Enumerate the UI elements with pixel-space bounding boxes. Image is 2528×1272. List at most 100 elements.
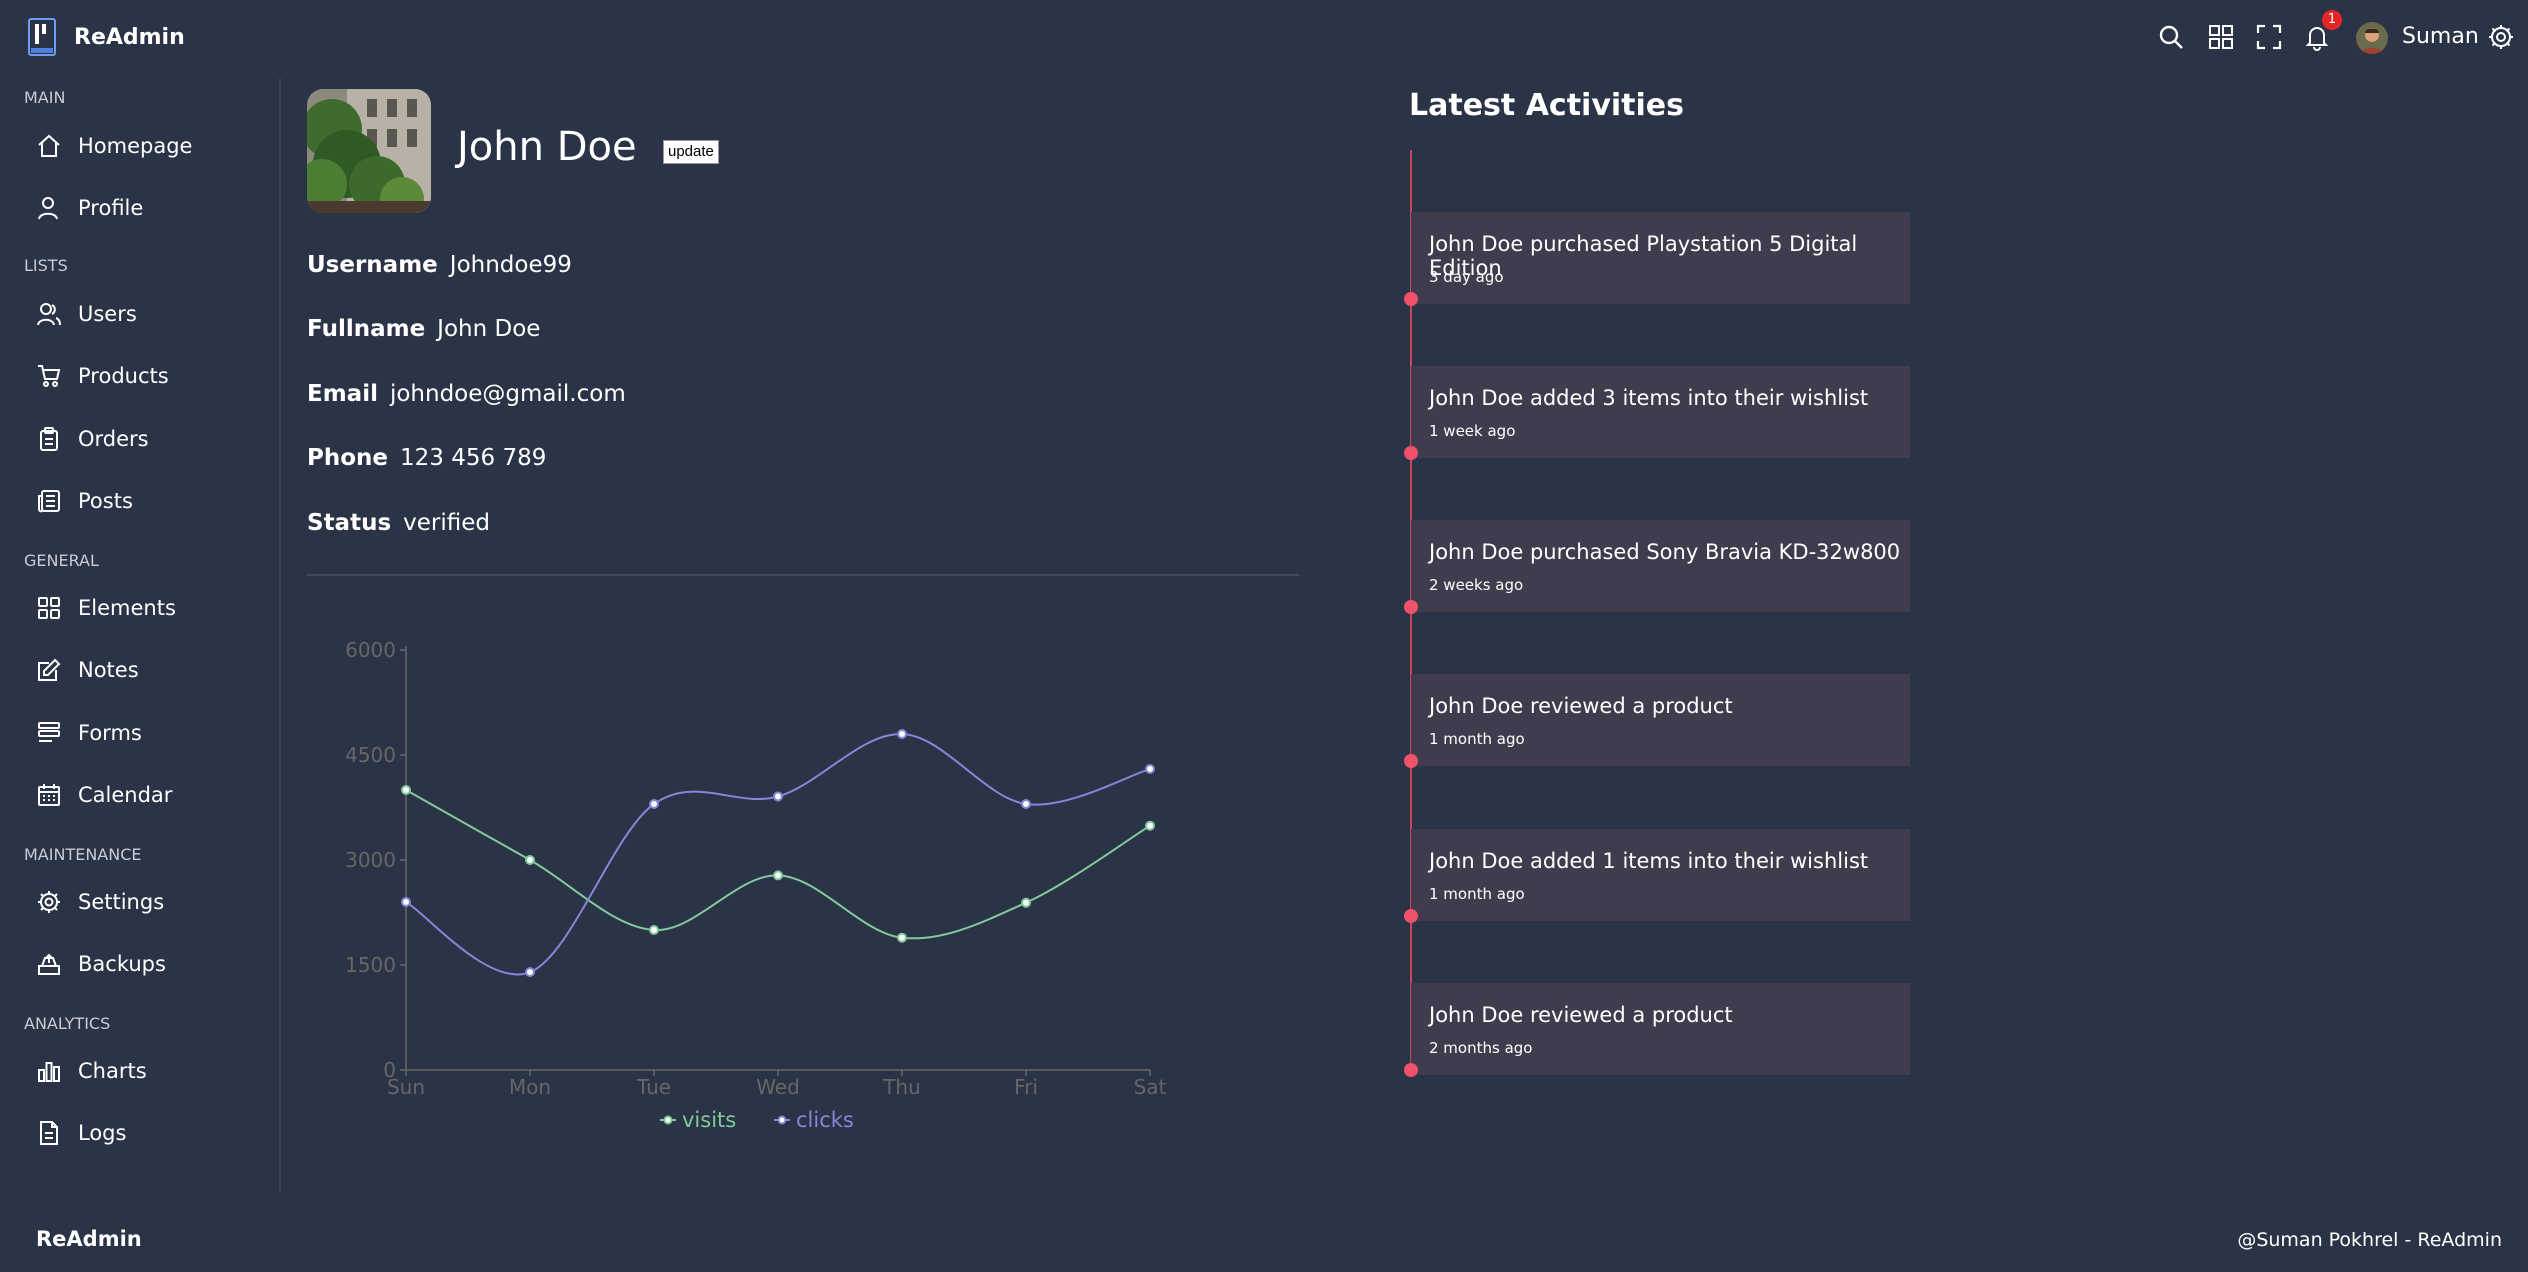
sidebar-item-label: Profile xyxy=(78,196,144,220)
fullscreen-icon[interactable] xyxy=(2254,22,2284,52)
sidebar-item-label: Notes xyxy=(78,658,139,682)
timeline-dot xyxy=(1404,1063,1418,1077)
activities-title: Latest Activities xyxy=(1409,88,1684,123)
data-point-visits xyxy=(773,870,783,881)
data-point-clicks xyxy=(649,799,659,809)
users-icon xyxy=(37,303,61,326)
top-navbar: ReAdmin 1 Suman xyxy=(0,0,2528,78)
series-line-visits xyxy=(405,789,1151,940)
avatar[interactable] xyxy=(2356,22,2388,54)
update-button[interactable]: update xyxy=(663,140,719,164)
activity-time: 1 week ago xyxy=(1429,422,1516,440)
info-value: verified xyxy=(403,510,490,536)
sidebar-item-forms[interactable]: Forms xyxy=(36,713,142,753)
info-value: johndoe@gmail.com xyxy=(389,381,626,407)
legend-marker-clicks xyxy=(777,1115,787,1125)
sidebar-item-label: Settings xyxy=(78,890,165,914)
activity-time: 2 months ago xyxy=(1429,1039,1533,1057)
sidebar-item-orders[interactable]: Orders xyxy=(36,419,149,459)
data-point-clicks xyxy=(525,967,535,978)
activity-item: John Doe purchased Sony Bravia KD-32w800… xyxy=(1411,520,1910,612)
info-status: Status verified xyxy=(307,510,490,536)
info-value: John Doe xyxy=(437,316,541,342)
timeline-dot xyxy=(1404,446,1418,460)
notification-badge: 1 xyxy=(2322,10,2342,30)
gear-icon[interactable] xyxy=(2486,22,2516,52)
user-icon xyxy=(38,197,58,220)
timeline-dot xyxy=(1404,909,1418,923)
info-email: Email johndoe@gmail.com xyxy=(307,381,626,407)
grid-icon[interactable] xyxy=(2206,22,2236,52)
sidebar-item-label: Backups xyxy=(78,952,166,976)
activity-item: John Doe added 3 items into their wishli… xyxy=(1411,366,1910,458)
sidebar-section-lists: LISTS xyxy=(24,256,68,275)
sidebar-item-calendar[interactable]: Calendar xyxy=(36,775,172,815)
user-name[interactable]: Suman xyxy=(2402,24,2479,49)
data-point-visits xyxy=(897,932,907,943)
activity-text: John Doe purchased Sony Bravia KD-32w800 xyxy=(1429,540,1901,564)
search-icon[interactable] xyxy=(2156,22,2186,52)
footer-credit: @Suman Pokhrel - ReAdmin xyxy=(2237,1229,2502,1251)
sidebar-item-posts[interactable]: Posts xyxy=(36,481,133,521)
x-tick-label: Tue xyxy=(636,1075,671,1099)
cart-icon xyxy=(38,365,61,387)
calendar-icon xyxy=(38,784,60,806)
sidebar-item-label: Products xyxy=(78,364,169,388)
sidebar-item-label: Posts xyxy=(78,489,133,513)
info-phone: Phone 123 456 789 xyxy=(307,445,546,471)
app-logo[interactable]: ReAdmin xyxy=(28,18,185,56)
activity-item: John Doe reviewed a product 2 months ago xyxy=(1411,983,1910,1075)
activity-item: John Doe purchased Playstation 5 Digital… xyxy=(1411,212,1910,304)
activity-text: John Doe reviewed a product xyxy=(1429,1003,1733,1027)
sidebar-item-users[interactable]: Users xyxy=(36,294,137,334)
sidebar-item-label: Logs xyxy=(78,1121,127,1145)
x-tick-label: Fri xyxy=(1014,1075,1038,1099)
activity-time: 3 day ago xyxy=(1429,268,1504,286)
backup-icon xyxy=(38,953,60,975)
sidebar-item-charts[interactable]: Charts xyxy=(36,1051,147,1091)
sidebar-item-label: Users xyxy=(78,302,137,326)
clipboard-icon xyxy=(40,427,58,451)
sidebar-section-main: MAIN xyxy=(24,88,66,107)
info-value: Johndoe99 xyxy=(449,252,572,278)
sidebar-item-label: Calendar xyxy=(78,783,173,807)
sidebar-item-label: Elements xyxy=(78,596,176,620)
info-key: Email xyxy=(307,381,378,407)
data-point-visits xyxy=(1021,897,1031,908)
info-key: Username xyxy=(307,252,438,278)
x-tick-label: Sun xyxy=(387,1075,425,1099)
series-line-clicks xyxy=(405,732,1151,976)
data-point-clicks xyxy=(1145,764,1155,774)
sidebar-item-settings[interactable]: Settings xyxy=(36,882,164,922)
activity-text: John Doe added 1 items into their wishli… xyxy=(1429,849,1869,873)
activity-item: John Doe reviewed a product 1 month ago xyxy=(1411,674,1910,766)
sidebar-item-label: Orders xyxy=(78,427,149,451)
info-fullname: Fullname John Doe xyxy=(307,316,540,342)
sidebar-item-notes[interactable]: Notes xyxy=(36,650,139,690)
info-key: Fullname xyxy=(307,316,426,342)
sidebar-item-homepage[interactable]: Homepage xyxy=(36,126,192,166)
y-tick-label: 6000 xyxy=(345,638,396,662)
sidebar-section-analytics: ANALYTICS xyxy=(24,1014,111,1033)
y-tick-label: 4500 xyxy=(345,743,396,767)
activity-time: 1 month ago xyxy=(1429,730,1525,748)
x-tick-label: Mon xyxy=(509,1075,551,1099)
sidebar-section-maintenance: MAINTENANCE xyxy=(24,845,142,864)
sidebar-item-logs[interactable]: Logs xyxy=(36,1113,126,1153)
activity-time: 1 month ago xyxy=(1429,885,1525,903)
info-key: Phone xyxy=(307,445,389,471)
data-point-clicks xyxy=(1021,799,1031,809)
sidebar-section-general: GENERAL xyxy=(24,551,99,570)
sidebar-item-elements[interactable]: Elements xyxy=(36,588,176,628)
x-tick-label: Wed xyxy=(756,1075,800,1099)
sidebar-item-backups[interactable]: Backups xyxy=(36,944,166,984)
timeline-dot xyxy=(1404,292,1418,306)
sidebar-item-profile[interactable]: Profile xyxy=(36,188,143,228)
legend-label-clicks: clicks xyxy=(796,1108,854,1132)
data-point-visits xyxy=(525,855,535,865)
activity-item: John Doe added 1 items into their wishli… xyxy=(1411,829,1910,921)
bar-chart-icon xyxy=(38,1062,60,1082)
sidebar-item-products[interactable]: Products xyxy=(36,356,169,396)
y-tick-label: 1500 xyxy=(345,953,396,977)
y-tick-label: 3000 xyxy=(345,848,396,872)
